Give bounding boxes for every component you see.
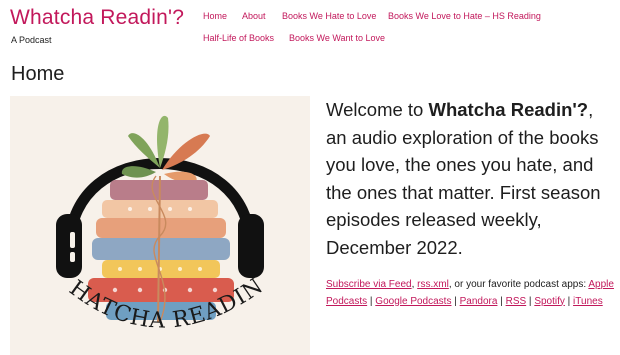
podcast-logo-image: WHATCHA READIN'? xyxy=(0,77,310,355)
rss-link[interactable]: RSS xyxy=(506,296,527,307)
nav-item-books-we-want-to-love[interactable]: Books We Want to Love xyxy=(289,33,385,43)
intro-podcast-name: Whatcha Readin'? xyxy=(428,99,589,120)
site-tagline: A Podcast xyxy=(11,35,52,45)
subscribe-feed-link[interactable]: Subscribe via Feed xyxy=(326,279,412,290)
page-title: Home xyxy=(11,63,65,85)
link-divider: | xyxy=(497,295,506,307)
rss-xml-link[interactable]: rss.xml xyxy=(417,279,449,290)
google-podcasts-link[interactable]: Google Podcasts xyxy=(375,296,451,307)
link-divider: | xyxy=(564,295,574,307)
spotify-link[interactable]: Spotify xyxy=(534,296,565,307)
site-title-link[interactable]: Whatcha Readin'? xyxy=(10,6,184,30)
link-divider: | xyxy=(451,295,460,307)
podcast-cover-art: WHATCHA READIN'? xyxy=(0,77,310,355)
intro-lead: Welcome to xyxy=(326,99,429,120)
intro-rest: , an audio exploration of the books you … xyxy=(326,99,601,258)
nav-item-half-life-of-books[interactable]: Half-Life of Books xyxy=(203,33,274,43)
nav-item-about[interactable]: About xyxy=(242,11,266,21)
nav-item-books-we-hate-to-love[interactable]: Books We Hate to Love xyxy=(282,11,376,21)
intro-paragraph: Welcome to Whatcha Readin'?, an audio ex… xyxy=(326,96,618,262)
subscribe-paragraph: Subscribe via Feed, rss.xml, or your fav… xyxy=(326,277,616,310)
nav-item-home[interactable]: Home xyxy=(203,11,227,21)
pandora-link[interactable]: Pandora xyxy=(460,296,498,307)
nav-item-books-we-love-to-hate[interactable]: Books We Love to Hate – HS Reading xyxy=(388,11,541,21)
subscribe-middle-text: , or your favorite podcast apps: xyxy=(448,279,589,290)
itunes-link[interactable]: iTunes xyxy=(573,296,603,307)
